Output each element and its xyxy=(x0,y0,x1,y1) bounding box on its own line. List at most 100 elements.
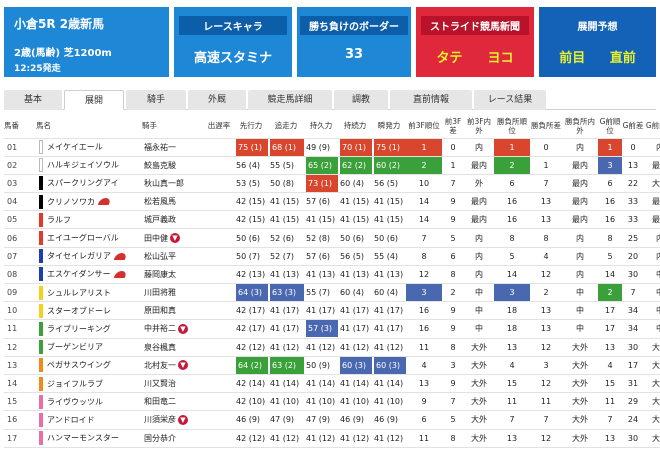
jockey-name[interactable]: 国分恭介 xyxy=(144,434,176,443)
horse-name-cell[interactable]: ハルキジェイソウル xyxy=(36,155,142,175)
jockey-cell[interactable]: 松山弘平 xyxy=(142,246,204,266)
horse-name[interactable]: エイユーグローバル xyxy=(47,234,119,243)
jockey-name[interactable]: 福永祐一 xyxy=(144,143,176,152)
jockey-name[interactable]: 北村友一 xyxy=(144,361,176,370)
table-row[interactable]: 04 クリノソワカ 松若風馬 42 (15) 41 (15) 57 (6) 41 (15) 4… xyxy=(4,192,660,211)
jockey-cell[interactable]: 川田将雅 xyxy=(142,282,204,302)
horse-name[interactable]: ラルフ xyxy=(47,215,71,224)
jockey-name[interactable]: 城戸義政 xyxy=(144,215,176,224)
jockey-cell[interactable]: 藤岡康太 xyxy=(142,264,204,284)
table-row[interactable]: 07 タイセイレガリア 松山弘平 50 (7) 52 (7) 57 (6) 56 (5) 55… xyxy=(4,246,660,266)
jockey-cell[interactable]: 鮫島克駿 xyxy=(142,155,204,175)
jockey-cell[interactable]: 泉谷楓真 xyxy=(142,337,204,357)
jockey-cell[interactable]: 福永祐一 xyxy=(142,137,204,157)
horse-name-cell[interactable]: ジョイフルラブ xyxy=(36,373,142,393)
horse-name[interactable]: エスケイダンサー xyxy=(47,270,111,279)
jockey-cell[interactable]: 中井裕二 ▼ xyxy=(142,319,204,339)
jockey-cell[interactable]: 秋山真一郎 xyxy=(142,173,204,193)
table-row[interactable]: 02 ハルキジェイソウル 鮫島克駿 56 (4) 55 (5) 65 (2) 62 (2) 6… xyxy=(4,155,660,175)
horse-name-cell[interactable]: ライブリーキング xyxy=(36,319,142,339)
horse-name-cell[interactable]: エイユーグローバル xyxy=(36,228,142,248)
horse-name[interactable]: メイケイエール xyxy=(47,143,103,152)
horse-name[interactable]: ハンマーモンスター xyxy=(47,434,119,443)
jockey-name[interactable]: 鮫島克駿 xyxy=(144,161,176,170)
horse-name[interactable]: スターオブドーレ xyxy=(47,306,111,315)
red-hat-icon xyxy=(113,270,127,278)
horse-name[interactable]: ブーゲンビリア xyxy=(47,343,103,352)
jockey-name[interactable]: 泉谷楓真 xyxy=(144,343,176,352)
tab-pre-race[interactable]: 直前情報 xyxy=(390,90,472,110)
jockey-name[interactable]: 川田将雅 xyxy=(144,288,176,297)
tab-gaikyu[interactable]: 外厩 xyxy=(188,90,246,110)
table-row[interactable]: 14 ジョイフルラブ 川又賢治 42 (14) 41 (14) 41 (14) 41 (14… xyxy=(4,373,660,393)
jockey-name[interactable]: 和田竜二 xyxy=(144,397,176,406)
horse-name[interactable]: スパークリングアイ xyxy=(47,179,119,188)
jockey-cell[interactable]: 田中健 ▼ xyxy=(142,228,204,248)
table-row[interactable]: 08 エスケイダンサー 藤岡康太 42 (13) 41 (13) 41 (13) 41 (1… xyxy=(4,264,660,284)
cell-sh-diff: 13 xyxy=(530,319,562,339)
jockey-cell[interactable]: 松若風馬 xyxy=(142,192,204,211)
table-row[interactable]: 05 ラルフ 城戸義政 42 (15) 41 (15) 41 (15) 41 (15) 41 … xyxy=(4,210,660,229)
jockey-cell[interactable]: 和田竜二 xyxy=(142,392,204,411)
horse-name-cell[interactable]: ペガサスウイング xyxy=(36,355,142,375)
tab-horse-detail[interactable]: 競走馬詳細 xyxy=(248,90,332,110)
horse-name[interactable]: ジョイフルラブ xyxy=(47,379,103,388)
horse-name[interactable]: ペガサスウイング xyxy=(47,361,111,370)
cell-jizoku: 56 (5) xyxy=(338,246,372,266)
horse-name-cell[interactable]: ライヴウッツル xyxy=(36,392,142,411)
horse-name-cell[interactable]: スパークリングアイ xyxy=(36,173,142,193)
jockey-cell[interactable]: 川又賢治 xyxy=(142,373,204,393)
horse-name-cell[interactable]: エスケイダンサー xyxy=(36,264,142,284)
jockey-name[interactable]: 藤岡康太 xyxy=(144,270,176,279)
jockey-name[interactable]: 田中健 xyxy=(144,234,168,243)
jockey-name[interactable]: 松若風馬 xyxy=(144,197,176,206)
table-row[interactable]: 09 シュルレアリスト 川田将雅 64 (3) 63 (3) 55 (7) 60 (4) 60… xyxy=(4,282,660,302)
stride-newspaper-card[interactable]: ストライド競馬新聞 タテ ヨコ xyxy=(416,7,534,77)
jockey-name[interactable]: 中井裕二 xyxy=(144,324,176,333)
horse-name-cell[interactable]: ハンマーモンスター xyxy=(36,428,142,448)
jockey-cell[interactable]: 川須栄彦 ▼ xyxy=(142,410,204,429)
jockey-name[interactable]: 川又賢治 xyxy=(144,379,176,388)
horse-name[interactable]: タイセイレガリア xyxy=(47,252,111,261)
horse-name-cell[interactable]: タイセイレガリア xyxy=(36,246,142,266)
jockey-name[interactable]: 原田和真 xyxy=(144,306,176,315)
horse-name[interactable]: ハルキジェイソウル xyxy=(47,161,119,170)
horse-name[interactable]: シュルレアリスト xyxy=(47,288,111,297)
jockey-cell[interactable]: 城戸義政 xyxy=(142,210,204,229)
horse-number: 17 xyxy=(4,428,36,448)
table-row[interactable]: 12 ブーゲンビリア 泉谷楓真 42 (12) 41 (12) 41 (12) 41 (12… xyxy=(4,337,660,357)
table-row[interactable]: 11 ライブリーキング 中井裕二 ▼ 42 (17) 41 (17) 57 (3) 41 (1… xyxy=(4,319,660,339)
horse-name-cell[interactable]: メイケイエール xyxy=(36,137,142,157)
stride-tate[interactable]: タテ xyxy=(436,47,462,66)
jockey-name[interactable]: 松山弘平 xyxy=(144,252,176,261)
horse-name[interactable]: ライヴウッツル xyxy=(47,397,103,406)
horse-name[interactable]: アンドロイド xyxy=(47,415,95,424)
table-row[interactable]: 17 ハンマーモンスター 国分恭介 42 (12) 41 (12) 41 (12) 41 (… xyxy=(4,428,660,448)
tab-training[interactable]: 調教 xyxy=(334,90,388,110)
jockey-cell[interactable]: 国分恭介 xyxy=(142,428,204,448)
horse-name[interactable]: ライブリーキング xyxy=(47,324,111,333)
jockey-cell[interactable]: 原田和真 xyxy=(142,301,204,320)
table-row[interactable]: 03 スパークリングアイ 秋山真一郎 53 (5) 50 (8) 73 (1) 60 (4)… xyxy=(4,173,660,193)
stride-yoko[interactable]: ヨコ xyxy=(487,47,513,66)
jockey-name[interactable]: 川須栄彦 xyxy=(144,415,176,424)
horse-name-cell[interactable]: ブーゲンビリア xyxy=(36,337,142,357)
table-row[interactable]: 15 ライヴウッツル 和田竜二 42 (10) 41 (10) 41 (10) 41 (10… xyxy=(4,392,660,411)
horse-name-cell[interactable]: ラルフ xyxy=(36,210,142,229)
horse-name-cell[interactable]: スターオブドーレ xyxy=(36,301,142,320)
table-row[interactable]: 16 アンドロイド 川須栄彦 ▼ 46 (9) 47 (9) 47 (9) 46 (9) 46 … xyxy=(4,410,660,429)
table-row[interactable]: 01 メイケイエール 福永祐一 75 (1) 68 (1) 49 (9) 70 (1) 75 … xyxy=(4,137,660,157)
horse-name-cell[interactable]: クリノソワカ xyxy=(36,192,142,211)
tab-basic[interactable]: 基本 xyxy=(4,90,62,110)
tab-result[interactable]: レース結果 xyxy=(474,90,546,110)
tab-tenkai[interactable]: 展開 xyxy=(64,90,124,110)
horse-name-cell[interactable]: アンドロイド xyxy=(36,410,142,429)
table-row[interactable]: 13 ペガサスウイング 北村友一 ▼ 64 (2) 63 (2) 50 (9) 60 (3) 6… xyxy=(4,355,660,375)
table-row[interactable]: 06 エイユーグローバル 田中健 ▼ 50 (6) 52 (6) 52 (8) 50 (6) 5… xyxy=(4,228,660,248)
jockey-name[interactable]: 秋山真一郎 xyxy=(144,179,184,188)
horse-name-cell[interactable]: シュルレアリスト xyxy=(36,282,142,302)
tab-jockey[interactable]: 騎手 xyxy=(126,90,186,110)
table-row[interactable]: 10 スターオブドーレ 原田和真 42 (17) 41 (17) 41 (17) 41 (1… xyxy=(4,301,660,320)
jockey-cell[interactable]: 北村友一 ▼ xyxy=(142,355,204,375)
horse-name[interactable]: クリノソワカ xyxy=(47,197,95,206)
